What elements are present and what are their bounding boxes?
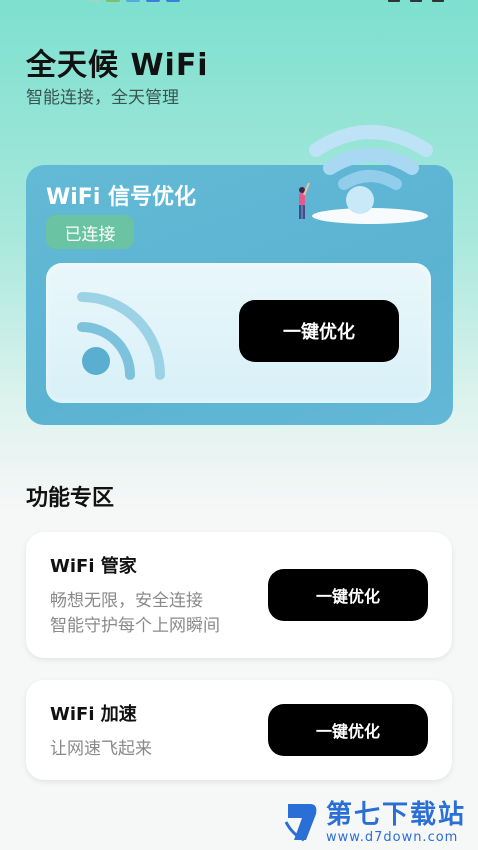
optimize-button[interactable]: 一键优化	[239, 300, 399, 362]
feature-title: WiFi 管家	[50, 556, 137, 577]
section-title: 功能专区	[26, 486, 115, 511]
status-icons-left	[86, 0, 180, 2]
watermark-logo-icon	[284, 804, 317, 842]
wifi-manager-optimize-button[interactable]: 一键优化	[268, 569, 428, 621]
status-bar	[0, 0, 478, 6]
watermark-name: 第七下载站	[326, 800, 467, 830]
feature-description-line: 让网速飞起来	[50, 739, 152, 759]
feature-description-line: 畅想无限，安全连接	[50, 591, 203, 611]
feature-description: 让网速飞起来	[50, 737, 152, 762]
watermark-url: www.d7down.com	[326, 830, 459, 845]
app-title: 全天候 WiFi	[26, 48, 209, 83]
feature-card-wifi-speedup: WiFi 加速 让网速飞起来 一键优化	[26, 680, 452, 780]
feature-description: 畅想无限，安全连接 智能守护每个上网瞬间	[50, 589, 220, 639]
connection-status-badge: 已连接	[46, 215, 134, 249]
optimize-panel: 一键优化	[46, 263, 431, 403]
status-icons-right	[388, 0, 444, 2]
watermark: 第七下载站 www.d7down.com	[284, 800, 466, 845]
feature-card-wifi-manager: WiFi 管家 畅想无限，安全连接 智能守护每个上网瞬间 一键优化	[26, 532, 452, 658]
wifi-icon	[77, 292, 165, 380]
feature-description-line: 智能守护每个上网瞬间	[50, 616, 220, 636]
feature-title: WiFi 加速	[50, 704, 137, 725]
app-subtitle: 智能连接，全天管理	[26, 88, 179, 108]
wifi-speedup-optimize-button[interactable]: 一键优化	[268, 704, 428, 756]
person-illustration	[299, 182, 310, 219]
wifi-illustration	[299, 125, 433, 224]
card-title: WiFi 信号优化	[46, 185, 197, 210]
